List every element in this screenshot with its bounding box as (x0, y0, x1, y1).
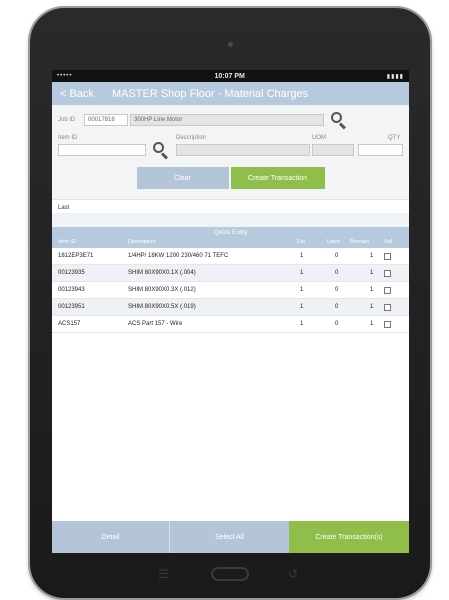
item-id-input[interactable] (58, 144, 146, 156)
battery-indicator: ▮▮▮▮ (386, 73, 404, 80)
last-section: Last (52, 199, 409, 213)
row-description: SHIM 80X90X0.3X (.012) (128, 287, 196, 293)
row-item-id: ACS157 (58, 321, 81, 327)
row-used: 0 (335, 321, 339, 327)
quick-entry-table: 1812EP3E71 1/4HP/ 18KW 1200 230/460 71 T… (52, 248, 409, 333)
quick-entry-columns: Item ID Description Est Used Remain Sel (52, 238, 409, 248)
row-item-id: 00123943 (58, 287, 85, 293)
back-arrow-icon[interactable]: ↺ (288, 568, 298, 580)
row-select-checkbox[interactable] (384, 304, 391, 311)
table-row[interactable]: 00123935 SHIM 80X90X0.1X (.004) 1 0 1 (52, 265, 409, 282)
item-row (58, 141, 403, 160)
uom-field (312, 144, 354, 156)
menu-icon[interactable]: ☰ (158, 568, 169, 580)
row-used: 0 (335, 270, 339, 276)
row-remain: 1 (370, 304, 374, 310)
row-remain: 1 (370, 270, 374, 276)
signal-indicator: ••••• (57, 73, 73, 79)
row-select-checkbox[interactable] (384, 321, 391, 328)
row-description: SHIM 80X90X0.1X (.004) (128, 270, 196, 276)
page-title: MASTER Shop Floor - Material Charges (111, 87, 309, 100)
hardware-buttons: ☰ ↺ (30, 564, 430, 584)
row-used: 0 (335, 287, 339, 293)
row-used: 0 (335, 304, 339, 310)
row-description: ACS Part 157 - Wire (128, 321, 183, 327)
status-time: 10:07 PM (214, 72, 245, 80)
row-est: 1 (300, 304, 304, 310)
description-field (176, 144, 310, 156)
uom-label: UOM (312, 135, 326, 141)
last-spacer (52, 213, 409, 227)
row-est: 1 (300, 321, 304, 327)
description-label: Description (176, 135, 207, 141)
col-description: Description (128, 239, 156, 245)
nav-bar: < Back MASTER Shop Floor - Material Char… (52, 82, 409, 105)
qty-input[interactable] (358, 144, 403, 156)
tablet-frame: ••••• 10:07 PM ▮▮▮▮ < Back MASTER Shop F… (30, 8, 430, 598)
item-search-icon[interactable] (152, 141, 170, 160)
home-button[interactable] (211, 567, 249, 581)
table-row[interactable]: ACS157 ACS Part 157 - Wire 1 0 1 (52, 316, 409, 333)
job-id-label: Job ID (58, 117, 76, 123)
row-item-id: 00123951 (58, 304, 85, 310)
col-sel: Sel (384, 239, 392, 245)
qty-label: QTY (388, 135, 401, 141)
camera-dot (228, 42, 233, 47)
row-description: 1/4HP/ 18KW 1200 230/460 71 TEFC (128, 253, 229, 259)
app-screen: ••••• 10:07 PM ▮▮▮▮ < Back MASTER Shop F… (52, 70, 409, 553)
status-bar: ••••• 10:07 PM ▮▮▮▮ (52, 70, 409, 82)
last-label: Last (58, 205, 70, 211)
table-row[interactable]: 00123951 SHIM 80X90X0.5X (.019) 1 0 1 (52, 299, 409, 316)
row-select-checkbox[interactable] (384, 287, 391, 294)
form-buttons: Clear Create Transaction (52, 167, 409, 189)
row-remain: 1 (370, 253, 374, 259)
row-remain: 1 (370, 287, 374, 293)
job-row: Job ID 00017818 300HP Line Motor (58, 111, 403, 130)
item-id-label: Item ID (58, 135, 78, 141)
row-est: 1 (300, 287, 304, 293)
row-select-checkbox[interactable] (384, 253, 391, 260)
row-description: SHIM 80X90X0.5X (.019) (128, 304, 196, 310)
col-remain: Remain (350, 239, 369, 245)
bottom-action-bar: Detail Select All Create Transaction(s) (52, 521, 409, 553)
create-transaction-button[interactable]: Create Transaction (230, 167, 325, 189)
table-row[interactable]: 00123943 SHIM 80X90X0.3X (.012) 1 0 1 (52, 282, 409, 299)
row-item-id: 1812EP3E71 (58, 253, 94, 259)
row-est: 1 (300, 253, 304, 259)
quick-entry-header: Quick Entry Item ID Description Est Used… (52, 227, 409, 248)
detail-button[interactable]: Detail (52, 521, 170, 553)
row-select-checkbox[interactable] (384, 270, 391, 277)
job-description-field: 300HP Line Motor (130, 114, 324, 126)
row-item-id: 00123935 (58, 270, 85, 276)
job-search-icon[interactable] (330, 111, 348, 130)
table-row[interactable]: 1812EP3E71 1/4HP/ 18KW 1200 230/460 71 T… (52, 248, 409, 265)
clear-button[interactable]: Clear (136, 167, 229, 189)
entry-form: Job ID 00017818 300HP Line Motor Item ID… (52, 105, 409, 199)
job-id-input[interactable]: 00017818 (84, 114, 128, 126)
quick-entry-title: Quick Entry (213, 229, 248, 236)
row-used: 0 (335, 253, 339, 259)
col-est: Est (297, 239, 305, 245)
col-item-id: Item ID (58, 239, 76, 245)
back-button[interactable]: < Back (60, 88, 94, 100)
item-labels: Item ID Description UOM QTY (58, 135, 403, 144)
col-used: Used (327, 239, 340, 245)
row-est: 1 (300, 270, 304, 276)
row-remain: 1 (370, 321, 374, 327)
create-transactions-button[interactable]: Create Transaction(s) (289, 521, 409, 553)
select-all-button[interactable]: Select All (170, 521, 289, 553)
